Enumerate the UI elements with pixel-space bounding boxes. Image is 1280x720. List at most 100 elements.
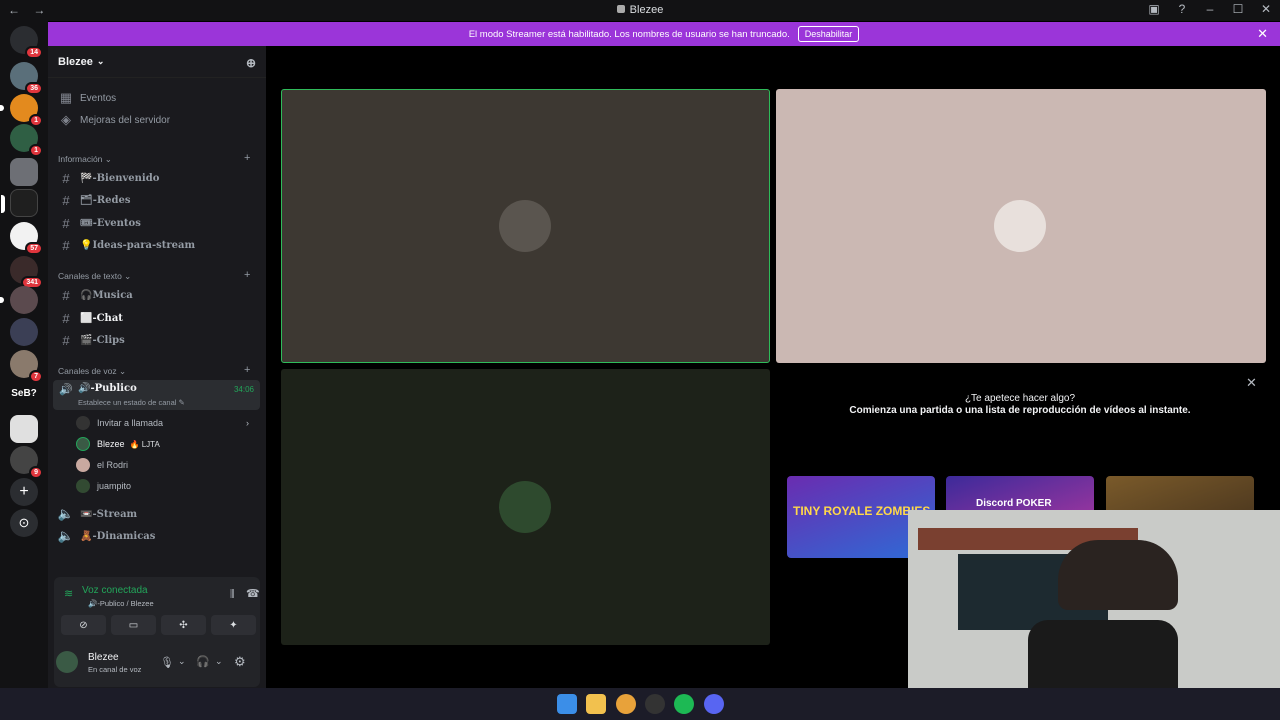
category-info[interactable]: Información ⌄ + [58,152,250,165]
events-label: Eventos [80,92,117,104]
close-banner-icon[interactable]: ✕ [1257,26,1268,42]
discord-home-icon[interactable]: 14 [10,26,43,59]
maximize-icon[interactable]: ☐ [1230,2,1246,16]
screen-share-button[interactable]: ▭ [111,615,156,635]
add-channel-icon[interactable]: + [244,152,250,164]
add-member-icon[interactable]: ⊕ [246,56,256,70]
server-badge: 36 [25,82,43,95]
server-icon[interactable] [10,318,38,346]
server-text-icon[interactable]: SeB? [0,388,48,399]
boost-icon: ◈ [61,112,71,127]
microphone-icon[interactable]: 🎙 [160,656,174,669]
category-label: Información [58,154,103,164]
server-icon[interactable]: 341 [10,256,43,289]
discord-taskbar-icon[interactable] [704,694,724,714]
server-icon[interactable]: 1 [10,124,43,157]
voice-channel-dinamicas[interactable]: 🔈 🧸-Dinamicas [56,526,260,546]
minimize-icon[interactable]: – [1202,2,1218,16]
channel-bienvenido[interactable]: # 🏁-Bienvenido [56,168,260,188]
disconnect-icon[interactable]: ☎ [246,587,260,600]
server-icon[interactable]: 7 [10,350,43,383]
screen-share-icon: ▭ [128,619,139,631]
channel-clips[interactable]: # 🎬-Clips [56,330,260,350]
channel-chat[interactable]: # ⬜-Chat [56,308,260,328]
voice-channel-stream[interactable]: 🔈 📼-Stream [56,504,260,524]
events-item[interactable]: ▦ Eventos [56,88,260,108]
voice-channel-label: 🔊-Publico [78,383,137,394]
soundboard-button[interactable]: ✦ [211,615,256,635]
server-icon[interactable]: 1 [0,94,43,127]
disable-streamer-button[interactable]: Deshabilitar [797,26,860,42]
hash-icon: # [62,237,70,253]
settings-gear-icon[interactable]: ⚙ [234,654,246,670]
file-explorer-icon[interactable] [586,694,606,714]
channel-ideas[interactable]: # 💡Ideas-para-stream [56,235,260,255]
channel-redes[interactable]: # 🗂-Redes [56,190,260,210]
invite-label: Invitar a llamada [97,418,164,428]
start-icon[interactable] [557,694,577,714]
user-name[interactable]: Blezee [88,652,119,663]
blezee-server-icon[interactable] [1,189,38,217]
voice-channel-path[interactable]: 🔊-Publico / Blezee [88,599,154,608]
chevron-down-icon[interactable]: ⌄ [178,656,186,667]
member-name: juampito [97,481,132,491]
chrome-icon[interactable] [616,694,636,714]
voice-member[interactable]: Blezee 🔥 LJTA [76,434,160,454]
server-badge: 1 [29,144,43,157]
set-status-link[interactable]: Establece un estado de canal ✎ [78,398,185,407]
channel-label: ⬜-Chat [80,312,123,324]
channel-eventos[interactable]: # 🎟-Eventos [56,213,260,233]
voice-member[interactable]: juampito [76,476,131,496]
server-icon[interactable]: 36 [10,62,43,95]
hash-icon: # [62,332,70,348]
add-channel-icon[interactable]: + [244,364,250,376]
window-controls: ▣ ? – ☐ ✕ [1146,2,1274,16]
close-activity-icon[interactable]: ✕ [1246,375,1257,391]
close-window-icon[interactable]: ✕ [1258,2,1274,16]
voice-member[interactable]: el Rodri [76,455,128,475]
member-name: Blezee [97,439,125,449]
voice-channel-publico[interactable]: 🔊 🔊-Publico 34:06 Establece un estado de… [53,380,260,410]
obs-icon[interactable] [645,694,665,714]
banner-text: El modo Streamer está habilitado. Los no… [468,28,790,40]
unread-pill [0,105,4,111]
server-icon[interactable]: 9 [10,446,43,479]
spotify-icon[interactable] [674,694,694,714]
activities-button[interactable]: ✣ [161,615,206,635]
invite-to-call[interactable]: Invitar a llamada › [76,413,249,433]
home-badge: 14 [25,46,43,59]
help-icon[interactable]: ? [1174,2,1190,16]
chevron-down-icon[interactable]: ⌄ [215,656,223,667]
channel-label: 🏁-Bienvenido [80,172,160,184]
voice-connected-label[interactable]: Voz conectada [82,585,148,596]
add-server-icon[interactable]: + [10,478,38,506]
inbox-icon[interactable]: ▣ [1146,2,1162,16]
camera-off-button[interactable]: ⊘ [61,615,106,635]
person-head [1058,540,1178,610]
explore-icon[interactable]: ⊙ [10,509,38,537]
server-header[interactable]: Blezee ⌄ ⊕ [48,46,266,78]
headphones-icon[interactable]: 🎧 [196,655,210,668]
noise-suppression-icon[interactable]: ⫼ [230,589,235,600]
server-boost-item[interactable]: ◈ Mejoras del servidor [56,110,260,130]
category-label: Canales de texto [58,271,122,281]
server-icon[interactable] [10,415,38,443]
speaker-icon: 🔈 [57,506,75,521]
taskbar [0,688,1280,720]
server-icon[interactable] [0,286,38,314]
chevron-right-icon: › [246,418,249,428]
calendar-icon: ▦ [59,90,73,105]
server-badge: 7 [29,370,43,383]
channel-musica[interactable]: # 🎧Musica [56,285,260,305]
server-icon[interactable]: 57 [10,222,43,255]
server-icon[interactable] [10,158,38,186]
category-text[interactable]: Canales de texto ⌄ + [58,269,250,282]
user-avatar[interactable] [56,651,78,673]
streamer-mode-banner: El modo Streamer está habilitado. Los no… [48,22,1280,46]
voice-connection-panel: ≋ Voz conectada 🔊-Publico / Blezee ⫼ ☎ ⊘… [54,577,260,687]
add-channel-icon[interactable]: + [244,269,250,281]
channel-label: 📼-Stream [80,508,138,520]
window-title-text: Blezee [629,4,664,16]
category-voice[interactable]: Canales de voz ⌄ + [58,364,250,377]
selected-pill [1,195,5,213]
